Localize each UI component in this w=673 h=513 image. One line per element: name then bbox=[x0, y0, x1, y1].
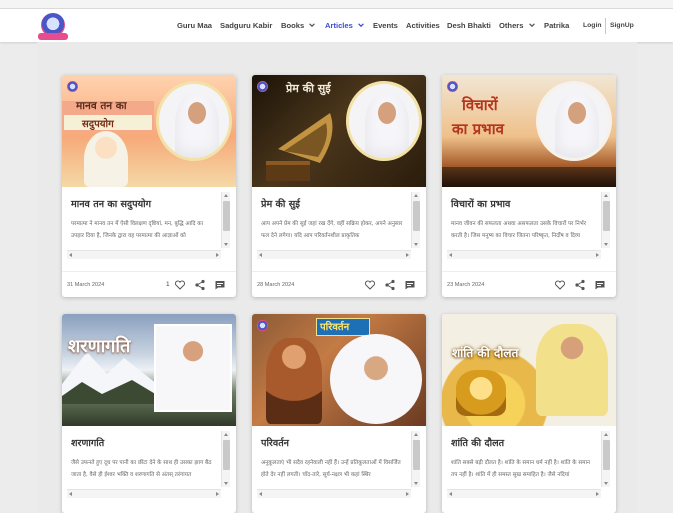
organization-logo-icon[interactable] bbox=[38, 13, 68, 40]
nav-articles-label: Articles bbox=[325, 21, 353, 30]
article-banner-image: मानव तन का सदुपयोग bbox=[62, 75, 236, 187]
excerpt-horizontal-scrollbar[interactable] bbox=[447, 250, 601, 259]
card-footer: 23 March 2024 bbox=[442, 271, 616, 297]
like-count: 1 bbox=[166, 281, 170, 288]
banner-title-line2: सदुपयोग bbox=[82, 119, 114, 130]
landscape-silhouette bbox=[442, 167, 616, 187]
guru-portrait bbox=[536, 324, 608, 416]
guru-portrait bbox=[156, 81, 232, 161]
gramophone-graphic bbox=[266, 113, 333, 181]
gold-pot-graphic bbox=[456, 370, 506, 416]
share-icon[interactable] bbox=[384, 279, 396, 291]
article-title[interactable]: शांति की दौलत bbox=[451, 436, 504, 449]
nav-guru-maa[interactable]: Guru Maa bbox=[177, 21, 212, 30]
card-footer: 31 March 2024 1 bbox=[62, 271, 236, 297]
article-excerpt: मानव जीवन की सफलता अथवा असफलता उसके विचा… bbox=[451, 221, 586, 239]
article-card[interactable]: मानव तन का सदुपयोग मानव तन का सदुपयोग पर… bbox=[62, 75, 236, 297]
article-title[interactable]: शरणागति bbox=[71, 436, 104, 449]
guru-portrait bbox=[154, 324, 232, 412]
article-excerpt: परमात्मा ने मानव तन में ऐसी विलक्षण दृष्… bbox=[71, 221, 204, 239]
browser-top-strip bbox=[0, 0, 673, 9]
chevron-down-icon bbox=[528, 23, 535, 28]
login-link[interactable]: Login bbox=[583, 21, 602, 30]
article-banner-image: विचारों का प्रभाव bbox=[442, 75, 616, 187]
top-navigation: Guru Maa Sadguru Kabir Books Articles Ev… bbox=[0, 9, 673, 42]
guru-portrait bbox=[330, 334, 422, 424]
child-figure bbox=[84, 131, 128, 187]
banner-title-line1: प्रेम की सुई bbox=[286, 82, 331, 95]
article-title[interactable]: मानव तन का सदुपयोग bbox=[71, 197, 151, 210]
article-card[interactable]: परिवर्तन परिवर्तन अनुकूलताएं भी सदैव रहन… bbox=[252, 314, 426, 513]
excerpt-vertical-scrollbar[interactable] bbox=[221, 431, 230, 487]
excerpt-vertical-scrollbar[interactable] bbox=[411, 431, 420, 487]
comment-icon[interactable] bbox=[404, 279, 416, 291]
nav-activities[interactable]: Activities bbox=[406, 21, 440, 30]
mythological-figures bbox=[266, 338, 322, 424]
article-banner-image: प्रेम की सुई bbox=[252, 75, 426, 187]
articles-grid: मानव तन का सदुपयोग मानव तन का सदुपयोग पर… bbox=[37, 42, 637, 513]
signup-link[interactable]: SignUp bbox=[610, 21, 634, 30]
share-icon[interactable] bbox=[194, 279, 206, 291]
excerpt-horizontal-scrollbar[interactable] bbox=[67, 489, 221, 498]
article-card[interactable]: प्रेम की सुई प्रेम की सुई आप अपने प्रेम … bbox=[252, 75, 426, 297]
article-title[interactable]: विचारों का प्रभाव bbox=[451, 197, 510, 210]
article-excerpt: जैसे उफनते हुए दूध पर पानी का छींटा देने… bbox=[71, 460, 212, 478]
banner-title-line1: विचारों bbox=[462, 96, 498, 114]
excerpt-horizontal-scrollbar[interactable] bbox=[447, 489, 601, 498]
excerpt-vertical-scrollbar[interactable] bbox=[411, 192, 420, 248]
card-footer: 28 March 2024 bbox=[252, 271, 426, 297]
banner-title-line1: शांति की दौलत bbox=[452, 346, 519, 360]
banner-title-line1: मानव तन का bbox=[76, 100, 127, 112]
comment-icon[interactable] bbox=[214, 279, 226, 291]
nav-sadguru-kabir[interactable]: Sadguru Kabir bbox=[220, 21, 272, 30]
heart-icon[interactable] bbox=[364, 279, 376, 291]
share-icon[interactable] bbox=[574, 279, 586, 291]
article-banner-image: शांति की दौलत bbox=[442, 314, 616, 426]
nav-books-label: Books bbox=[281, 21, 305, 30]
banner-title-line1: परिवर्तन bbox=[320, 322, 350, 333]
banner-title-line1: शरणागति bbox=[68, 336, 131, 357]
nav-events[interactable]: Events bbox=[373, 21, 398, 30]
article-date: 23 March 2024 bbox=[447, 282, 485, 288]
nav-desh-bhakti[interactable]: Desh Bhakti bbox=[447, 21, 491, 30]
brand-logo-icon bbox=[257, 320, 268, 331]
article-title[interactable]: प्रेम की सुई bbox=[261, 197, 300, 210]
excerpt-horizontal-scrollbar[interactable] bbox=[257, 250, 411, 259]
guru-portrait bbox=[536, 81, 612, 161]
article-excerpt: शांति सबसे बड़ी दौलत है। शांति के समान ध… bbox=[451, 460, 591, 478]
article-banner-image: परिवर्तन bbox=[252, 314, 426, 426]
excerpt-vertical-scrollbar[interactable] bbox=[601, 192, 610, 248]
nav-articles[interactable]: Articles bbox=[325, 21, 365, 30]
excerpt-vertical-scrollbar[interactable] bbox=[221, 192, 230, 248]
article-date: 28 March 2024 bbox=[257, 282, 295, 288]
nav-divider bbox=[605, 18, 606, 34]
excerpt-horizontal-scrollbar[interactable] bbox=[257, 489, 411, 498]
article-card[interactable]: विचारों का प्रभाव विचारों का प्रभाव मानव… bbox=[442, 75, 616, 297]
article-card[interactable]: शरणागति शरणागति जैसे उफनते हुए दूध पर पा… bbox=[62, 314, 236, 513]
chevron-down-icon bbox=[309, 23, 316, 28]
article-excerpt: आप अपने प्रेम की सुई जहां रख देंगे, वहीं… bbox=[261, 221, 403, 239]
banner-title-line2: का प्रभाव bbox=[452, 120, 504, 138]
article-excerpt: अनुकूलताएं भी सदैव रहनेवाली नहीं हैं। उन… bbox=[261, 460, 401, 478]
article-date: 31 March 2024 bbox=[67, 282, 105, 288]
chevron-down-icon bbox=[358, 23, 364, 28]
heart-icon[interactable] bbox=[174, 279, 186, 291]
nav-others-label: Others bbox=[499, 21, 524, 30]
brand-logo-icon bbox=[67, 81, 78, 92]
brand-logo-icon bbox=[257, 81, 268, 92]
nav-patrika[interactable]: Patrika bbox=[544, 21, 569, 30]
nav-others[interactable]: Others bbox=[499, 21, 536, 30]
guru-portrait bbox=[346, 81, 422, 161]
article-banner-image: शरणागति bbox=[62, 314, 236, 426]
heart-icon[interactable] bbox=[554, 279, 566, 291]
excerpt-vertical-scrollbar[interactable] bbox=[601, 431, 610, 487]
brand-logo-icon bbox=[447, 81, 458, 92]
excerpt-horizontal-scrollbar[interactable] bbox=[67, 250, 221, 259]
article-title[interactable]: परिवर्तन bbox=[261, 436, 289, 449]
nav-books[interactable]: Books bbox=[281, 21, 316, 30]
comment-icon[interactable] bbox=[594, 279, 606, 291]
article-card[interactable]: शांति की दौलत शांति की दौलत शांति सबसे ब… bbox=[442, 314, 616, 513]
